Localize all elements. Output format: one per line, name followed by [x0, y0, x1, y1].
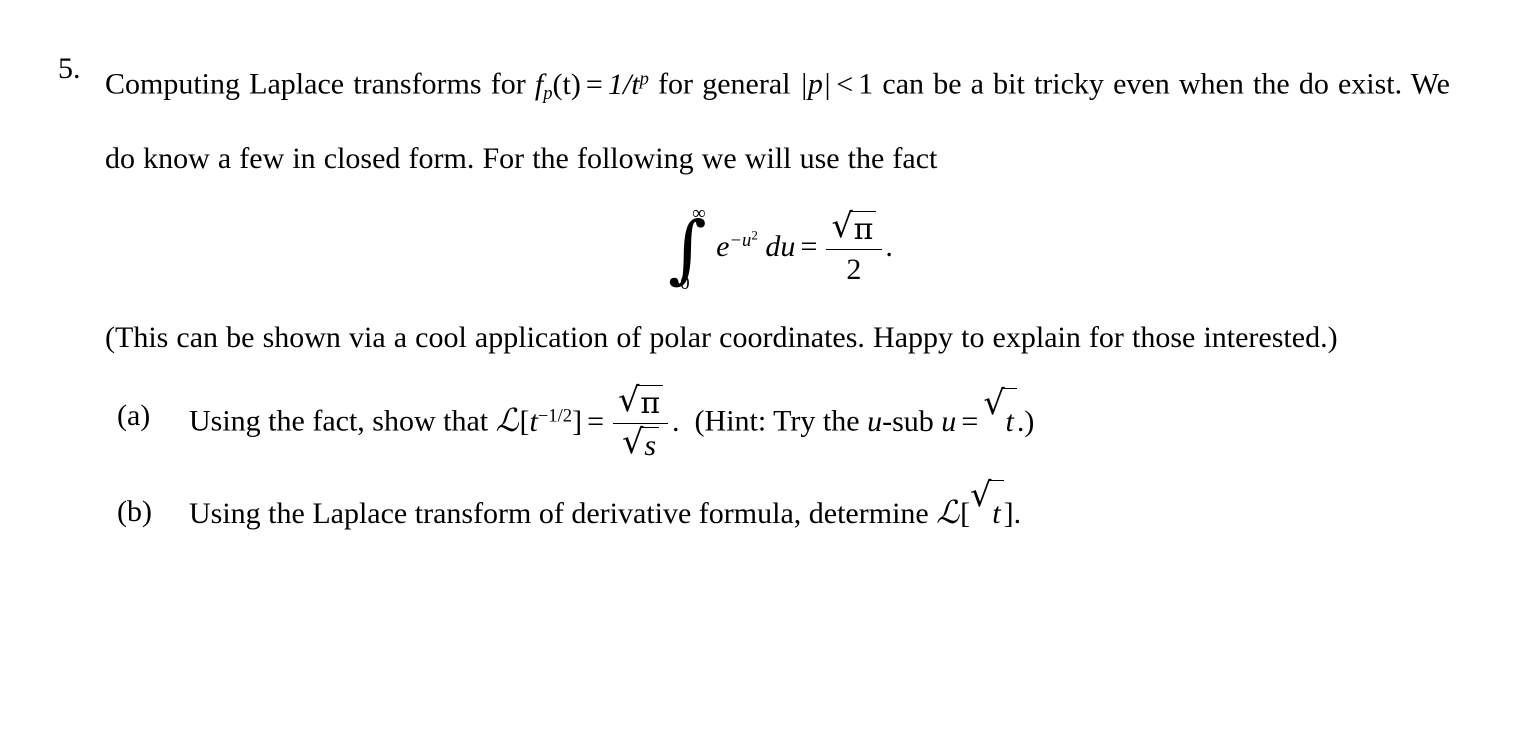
bracket-close: ] [1003, 497, 1014, 531]
integrand-exponent-power: 2 [751, 227, 758, 243]
subproblem-a-period: . [672, 404, 680, 438]
document-page: 5. Computing Laplace transforms for fp(t… [0, 0, 1534, 752]
inline-math-absp: |p| <1 [790, 67, 874, 101]
inline-math-laplace-a: ℒ[t−1/2] = √ π √ s. [495, 383, 680, 462]
argument-base: t [529, 404, 538, 438]
sqrt-t-hint: √ t [983, 382, 1017, 454]
one-over-t-text: 1/t [607, 67, 640, 101]
subproblem-a-intro: Using the fact, show that [189, 404, 489, 438]
integral-expression: ∞ ∫ 0 e−u2 du = √ π 2. [662, 201, 893, 297]
subproblem-b-label: (b) [117, 495, 152, 529]
subproblem-a-equals: = [587, 404, 605, 438]
radical-sign: √ [622, 421, 644, 461]
problem-number: 5. [58, 52, 81, 85]
subproblem-a: (a) Using the fact, show that ℒ[t−1/2] = √… [117, 383, 1450, 462]
hint-equals: = [961, 404, 979, 438]
bracket-open: [ [960, 497, 971, 531]
hint-open: (Hint: Try the [694, 404, 860, 438]
radical-sign: √ [618, 380, 640, 420]
subproblem-b: (b) Using the Laplace transform of deriv… [117, 478, 1450, 546]
hint-variable-u: u [867, 404, 883, 438]
integrand-exponent-base: −u [729, 230, 752, 252]
bracket-open: [ [519, 404, 530, 438]
radicand-pi: π [636, 385, 664, 421]
laplace-operator-symbol: ℒ [495, 401, 519, 439]
fraction-sqrtpi-over-2: √ π 2 [826, 206, 882, 286]
equation-equals-sign: = [800, 229, 818, 263]
problem-body: Computing Laplace transforms for fp(t) = 1… [105, 46, 1450, 546]
laplace-operator-symbol: ℒ [936, 494, 960, 532]
hint-sub-label: -sub [882, 404, 934, 438]
differential-du: du [765, 229, 796, 263]
less-than-sign: < [836, 67, 854, 101]
fraction-numerator: √ π [826, 206, 882, 249]
display-equation-gaussian-integral: ∞ ∫ 0 e−u2 du = √ π 2. [105, 197, 1450, 301]
subproblem-a-text: Using the fact, show that ℒ[t−1/2] = √ π √ s.… [189, 383, 1450, 462]
inline-math-hint: u-sub u = √ t.) [867, 385, 1035, 438]
radical-sign: √ [983, 382, 1005, 422]
subproblem-list: (a) Using the fact, show that ℒ[t−1/2] = √… [117, 383, 1450, 546]
fraction-numerator-a: √ π [613, 380, 669, 423]
fraction-denominator-a: √ s [613, 424, 669, 463]
integrand-exponent: −u2 [729, 227, 758, 252]
integrand-e: e [716, 229, 730, 263]
one-over-t: 1/tp [608, 68, 649, 101]
sqrt-t-b: √ t [970, 475, 1004, 546]
argument-exponent: −1/2 [537, 404, 573, 426]
absolute-value-p: |p| [799, 67, 832, 101]
sqrt-pi-a: √ π [618, 380, 664, 421]
intro-text-before: Computing Laplace transforms for [105, 67, 526, 101]
problem-5: 5. Computing Laplace transforms for fp(t… [58, 46, 1450, 564]
subproblem-b-period: . [1013, 497, 1022, 531]
sqrt-s: √ s [622, 421, 660, 463]
subproblem-b-text: Using the Laplace transform of derivativ… [189, 478, 1450, 546]
intro-paragraph: Computing Laplace transforms for fp(t) = 1… [105, 46, 1450, 191]
subproblem-b-intro: Using the Laplace transform of derivativ… [189, 497, 929, 531]
radicand-pi: π [850, 211, 877, 247]
bracket-close: ] [572, 404, 583, 438]
function-argument: (t) [552, 67, 581, 101]
equals-sign: = [585, 67, 603, 101]
intro-text-middle: for general [658, 67, 791, 101]
fraction-denominator: 2 [846, 252, 862, 286]
function-subscript-p: p [543, 82, 553, 104]
subproblem-a-label: (a) [117, 398, 151, 432]
hint-variable-u2: u [941, 404, 957, 438]
hint-close: .) [1016, 404, 1035, 438]
inline-math-fp: fp(t) = 1/tp [526, 67, 649, 104]
number-one: 1 [858, 67, 874, 101]
integral-lower-limit: 0 [680, 272, 690, 294]
sqrt-pi: √ π [831, 206, 877, 247]
inline-math-laplace-b: ℒ[√ t]. [936, 478, 1022, 532]
radical-sign: √ [831, 206, 853, 246]
function-f: f [534, 67, 544, 101]
note-paragraph: (This can be shown via a cool applicatio… [105, 320, 1338, 354]
fraction-sqrtpi-over-sqrts: √ π √ s [612, 380, 669, 463]
equation-trailing-period: . [885, 229, 893, 263]
exponent-p: p [639, 68, 649, 89]
radical-sign: √ [970, 475, 992, 515]
integral-group: ∞ ∫ 0 [662, 201, 716, 297]
